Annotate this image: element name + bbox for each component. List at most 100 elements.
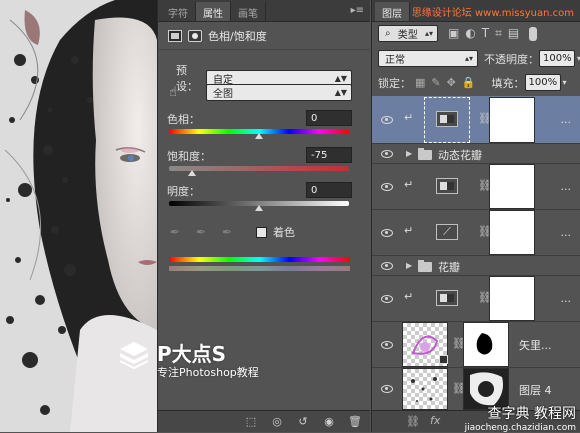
fill-input[interactable]: 100% bbox=[524, 74, 561, 91]
clip-to-layer-icon[interactable]: ⬚ bbox=[244, 415, 258, 429]
visibility-eye-icon[interactable] bbox=[380, 182, 394, 192]
layer-mask-thumb[interactable] bbox=[489, 164, 535, 209]
folder-icon bbox=[418, 148, 432, 160]
visibility-eye-icon[interactable] bbox=[380, 384, 394, 394]
hue-label: 色相： bbox=[167, 113, 200, 126]
layer-name: 图层 4 bbox=[519, 384, 552, 397]
hue-saturation-layer-icon bbox=[436, 290, 458, 306]
group-row[interactable]: ▶ 动态花瓣 bbox=[372, 144, 580, 164]
lightness-input[interactable]: 0 bbox=[306, 182, 352, 198]
layer-mask-thumb[interactable] bbox=[489, 276, 535, 321]
expand-arrow-icon[interactable]: ▶ bbox=[406, 149, 412, 158]
panel-menu-icon[interactable]: ▸≡ bbox=[351, 5, 364, 16]
saturation-slider-track[interactable] bbox=[169, 166, 349, 171]
visibility-eye-icon[interactable] bbox=[380, 149, 394, 159]
group-row[interactable]: ▶ 花瓣 bbox=[372, 256, 580, 276]
select-arrow-icon: ▴▾ bbox=[464, 54, 473, 63]
saturation-slider-thumb[interactable] bbox=[187, 170, 196, 176]
hue-saturation-layer-icon bbox=[436, 178, 458, 194]
visibility-eye-icon[interactable] bbox=[380, 340, 394, 350]
visibility-eye-icon[interactable] bbox=[380, 228, 394, 238]
visibility-eye-icon[interactable] bbox=[380, 261, 394, 271]
clip-arrow-icon: ↵ bbox=[404, 111, 414, 124]
eyedropper-row: ✒ ✒ ✒ 着色 bbox=[158, 224, 370, 240]
channel-row: ☝ 全图 ▲▼ bbox=[158, 84, 370, 101]
layer-row[interactable]: ↵ ⛓ ... bbox=[372, 276, 580, 322]
reset-icon[interactable]: ↺ bbox=[296, 415, 310, 429]
curves-layer-icon: ⟋ bbox=[436, 224, 458, 240]
saturation-input[interactable]: -75 bbox=[306, 147, 352, 163]
fill-dropdown-icon[interactable]: ▾ bbox=[563, 78, 567, 87]
lock-label: 锁定： bbox=[378, 76, 411, 90]
filter-toggle-icon[interactable] bbox=[529, 26, 538, 41]
smart-object-badge-icon bbox=[439, 355, 448, 364]
channel-select[interactable]: 全图 ▲▼ bbox=[206, 84, 352, 101]
view-previous-icon[interactable]: ◎ bbox=[270, 415, 284, 429]
mask-shape bbox=[476, 333, 493, 355]
blend-mode-select[interactable]: 正常 ▴▾ bbox=[378, 50, 478, 67]
eyedropper-minus-icon[interactable]: ✒ bbox=[220, 225, 234, 239]
tab-properties[interactable]: 属性 bbox=[196, 2, 231, 21]
expand-arrow-icon[interactable]: ▶ bbox=[406, 261, 412, 270]
hue-input[interactable]: 0 bbox=[306, 110, 352, 126]
visibility-eye-icon[interactable] bbox=[380, 115, 394, 125]
filter-kind-value: 类型 bbox=[397, 30, 418, 41]
mask-icon[interactable] bbox=[188, 29, 202, 42]
layer-thumbnail[interactable] bbox=[402, 368, 448, 410]
hand-tool-icon[interactable]: ☝ bbox=[169, 85, 206, 100]
layer-mask-thumb[interactable] bbox=[489, 210, 535, 255]
lightness-label: 明度： bbox=[167, 185, 200, 198]
saturation-label: 饱和度： bbox=[167, 150, 211, 163]
layer-mask-thumb[interactable] bbox=[463, 322, 509, 367]
tab-brush[interactable]: 画笔 bbox=[231, 2, 266, 21]
blend-row: 正常 ▴▾ 不透明度： 100% ▾ bbox=[372, 50, 580, 67]
link-layers-icon[interactable]: ⛓ bbox=[406, 415, 420, 428]
hue-saturation-icon bbox=[168, 29, 182, 42]
filter-kind-select[interactable]: ⌕ 类型 ▴▾ bbox=[378, 25, 438, 42]
filter-type-icons[interactable]: ▣◐T⌗▤ bbox=[448, 26, 525, 41]
hue-saturation-layer-icon bbox=[436, 111, 458, 127]
lightness-slider-thumb[interactable] bbox=[255, 205, 263, 211]
hue-slider-thumb[interactable] bbox=[255, 133, 263, 139]
layer-row[interactable]: ⛓ 矢里... bbox=[372, 322, 580, 368]
channel-value: 全图 bbox=[213, 89, 233, 100]
filter-search-icon: ⌕ bbox=[385, 28, 391, 39]
lock-icons[interactable]: ▦✎✥🔒 bbox=[415, 76, 482, 89]
properties-tabbar: 字符 属性 画笔 ▸≡ bbox=[158, 0, 370, 22]
layer-row[interactable]: ↵ ⟋ ⛓ ... bbox=[372, 210, 580, 256]
tab-character[interactable]: 字符 bbox=[161, 2, 196, 21]
clip-arrow-icon: ↵ bbox=[404, 178, 414, 191]
eyedropper-plus-icon[interactable]: ✒ bbox=[194, 225, 208, 239]
lock-row: 锁定： ▦✎✥🔒 填充： 100% ▾ bbox=[372, 74, 580, 91]
visibility-eye-icon[interactable]: ◉ bbox=[322, 415, 336, 429]
watermark-top: 思缘设计论坛 www.missyuan.com bbox=[411, 8, 574, 19]
opacity-input[interactable]: 100% bbox=[538, 50, 575, 67]
select-arrow-icon: ▲▼ bbox=[334, 73, 347, 83]
layer-name: ... bbox=[560, 292, 572, 305]
splatter-thumb bbox=[411, 377, 437, 402]
eyedropper-icon[interactable]: ✒ bbox=[168, 225, 182, 239]
adjustment-title: 色相/饱和度 bbox=[208, 29, 267, 43]
group-name: 花瓣 bbox=[438, 261, 460, 274]
layer-mask-thumb[interactable] bbox=[489, 97, 535, 143]
layer-row[interactable]: ↵ ⛓ ... bbox=[372, 96, 580, 144]
layer-name: ... bbox=[560, 180, 572, 193]
watermark-bottom: 查字典 教程网 bbox=[487, 406, 576, 422]
delete-icon[interactable]: 🗑 bbox=[348, 415, 362, 429]
layer-row[interactable]: ↵ ⛓ ... bbox=[372, 164, 580, 210]
fill-label: 填充： bbox=[491, 76, 525, 90]
visibility-eye-icon[interactable] bbox=[380, 294, 394, 304]
watermark-title: P大点S bbox=[157, 342, 227, 366]
filter-row: ⌕ 类型 ▴▾ ▣◐T⌗▤ bbox=[372, 25, 580, 42]
tab-layers[interactable]: 图层 bbox=[375, 2, 410, 21]
document-canvas[interactable] bbox=[0, 0, 157, 432]
colorize-checkbox[interactable] bbox=[256, 226, 267, 238]
layer-name: ... bbox=[560, 226, 572, 239]
fill-value: 100% bbox=[528, 77, 558, 88]
fx-icon[interactable]: fx bbox=[430, 414, 440, 427]
clip-arrow-icon: ↵ bbox=[404, 224, 414, 237]
watermark-subtitle: 专注Photoshop教程 bbox=[157, 366, 259, 379]
adjustment-header: 色相/饱和度 bbox=[158, 22, 370, 50]
group-name: 动态花瓣 bbox=[438, 149, 482, 162]
watermark-logo-icon bbox=[119, 342, 149, 370]
